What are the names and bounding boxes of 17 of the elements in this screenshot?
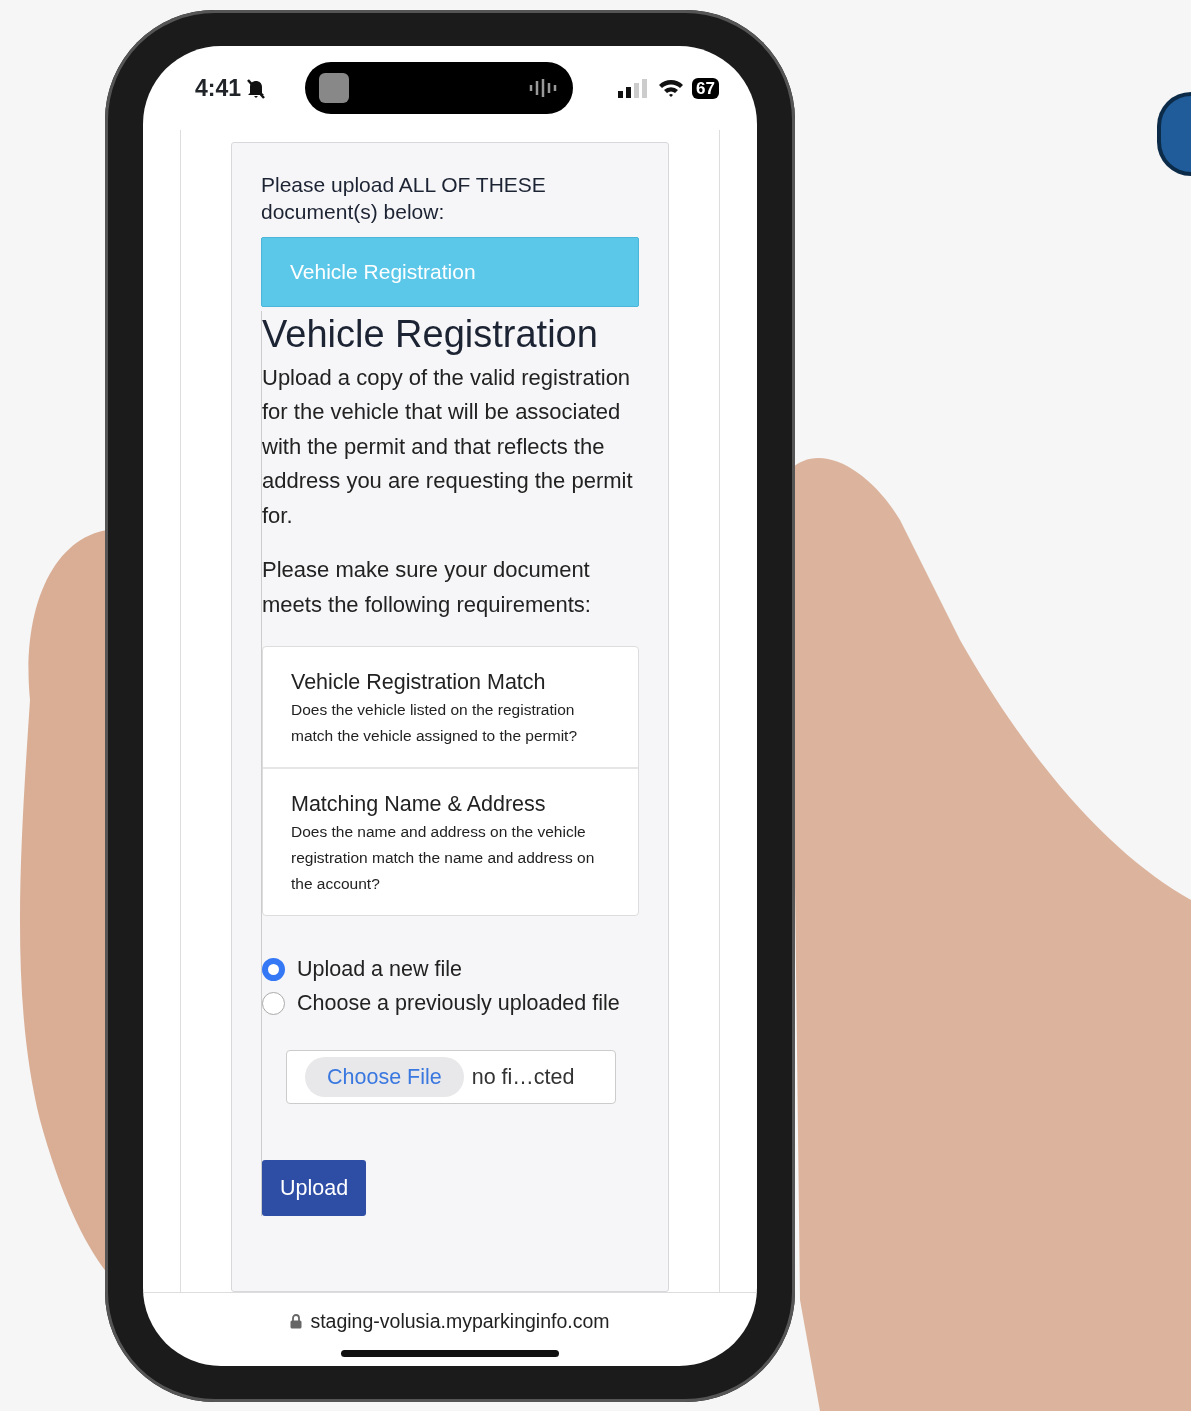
radio-label[interactable]: Choose a previously uploaded file <box>297 986 620 1020</box>
document-heading: Vehicle Registration <box>262 311 599 357</box>
requirements-intro: Please make sure your document meets the following requirements: <box>262 556 592 619</box>
upload-button[interactable]: Upload <box>262 1160 367 1217</box>
requirement-text: Does the name and address on the vehicle registration match the name and address on the account? <box>291 822 596 894</box>
radio-label[interactable]: Upload a new file <box>297 952 462 986</box>
requirement-title: Vehicle Registration Match <box>291 669 547 696</box>
document-description: Upload a copy of the valid registration for the vehicle that will be associated with the permit and that reflects the address you are requesting the permit for. <box>262 363 634 530</box>
requirement-text: Does the vehicle listed on the registration match the vehicle assigned to the permit? <box>291 700 579 746</box>
file-status: no fi…cted <box>471 1063 575 1091</box>
battery-level: 67 <box>692 77 719 99</box>
url-text[interactable]: staging-volusia.myparkinginfo.com <box>310 1307 610 1337</box>
clock-time: 4:41 <box>195 73 242 103</box>
requirement-title: Matching Name & Address <box>291 791 547 818</box>
upload-prompt: Please upload ALL OF THESE document(s) below: <box>261 172 547 225</box>
choose-file-button[interactable]: Choose File <box>305 1056 464 1098</box>
file-input[interactable]: Choose File no fi…cted <box>286 1050 616 1104</box>
